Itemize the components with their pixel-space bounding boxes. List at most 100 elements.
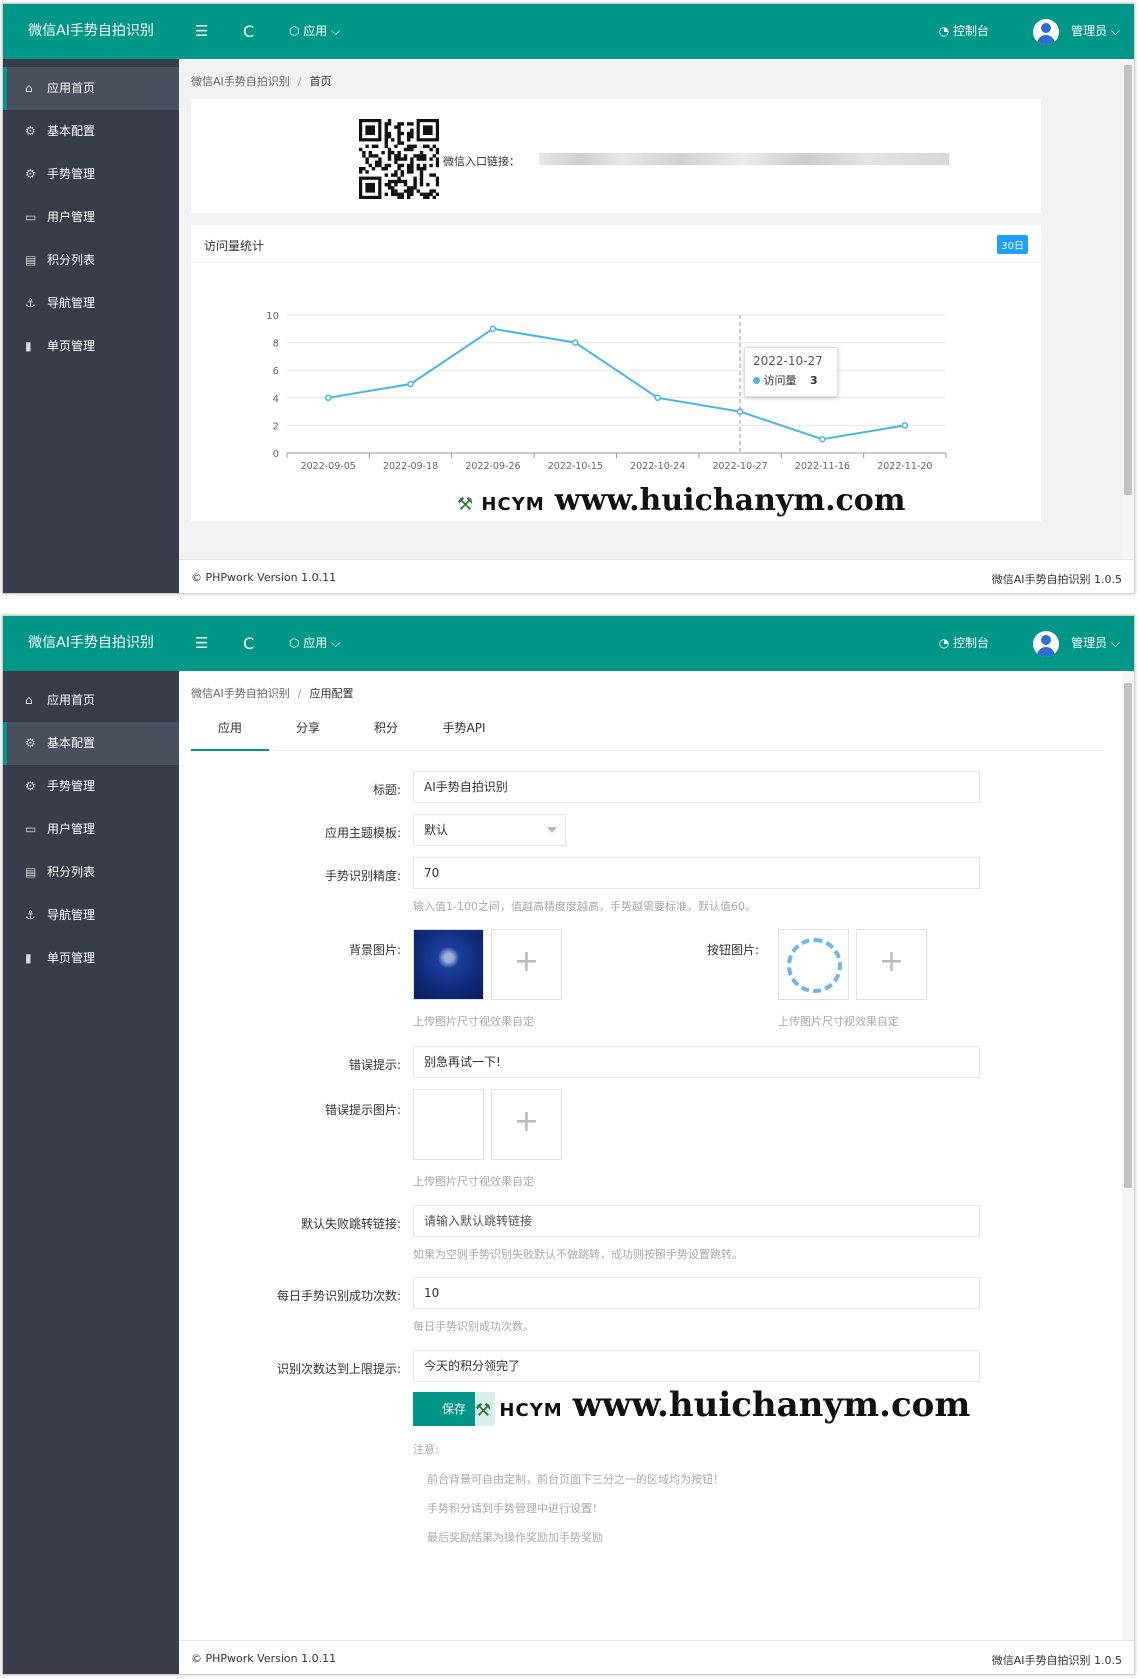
shovel-icon: ⚒ bbox=[457, 494, 475, 515]
sidebar-item-pages[interactable]: ▮ 单页管理 bbox=[3, 325, 179, 368]
sidebar-item-pages[interactable]: ▮ 单页管理 bbox=[3, 937, 179, 980]
qr-module bbox=[423, 144, 427, 148]
qr-module bbox=[397, 176, 401, 180]
scrollbar[interactable] bbox=[1122, 671, 1134, 1640]
qr-module bbox=[387, 131, 392, 136]
sidebar-item-label: 导航管理 bbox=[47, 908, 96, 922]
error-image-upload[interactable] bbox=[491, 1089, 562, 1160]
sidebar-item-users[interactable]: ▭ 用户管理 bbox=[3, 808, 179, 851]
qr-module bbox=[359, 167, 363, 171]
app-logo[interactable]: 微信AI手势自拍识别 bbox=[3, 616, 179, 671]
cube-icon: ⬡ bbox=[289, 636, 304, 650]
qr-module bbox=[410, 131, 414, 136]
background-image-thumb[interactable] bbox=[413, 929, 484, 1000]
qr-module bbox=[407, 192, 411, 196]
data-point bbox=[901, 422, 909, 429]
entry-link-value[interactable] bbox=[539, 153, 949, 165]
qr-module bbox=[413, 186, 417, 190]
refresh-icon[interactable]: C bbox=[243, 616, 254, 671]
sidebar-item-nav[interactable]: ⚓ 导航管理 bbox=[3, 282, 179, 325]
menu-toggle-icon[interactable]: ☰ bbox=[195, 616, 208, 671]
sidebar-item-nav[interactable]: ⚓ 导航管理 bbox=[3, 894, 179, 937]
tab-app[interactable]: 应用 bbox=[191, 713, 269, 751]
theme-select-value: 默认 bbox=[424, 823, 449, 837]
qr-module bbox=[435, 151, 439, 155]
breadcrumb-root[interactable]: 微信AI手势自拍识别 bbox=[191, 687, 290, 700]
button-image-thumb[interactable] bbox=[778, 929, 849, 1000]
console-link[interactable]: ◔ 控制台 bbox=[939, 616, 989, 671]
title-input[interactable]: AI手势自拍识别 bbox=[413, 771, 980, 803]
qr-module bbox=[407, 144, 411, 148]
qr-finder bbox=[365, 125, 375, 135]
qr-module bbox=[394, 170, 398, 174]
qr-module bbox=[362, 151, 366, 155]
scrollbar-thumb[interactable] bbox=[1124, 683, 1132, 1188]
qr-module bbox=[416, 189, 420, 193]
button-image-upload[interactable] bbox=[856, 929, 927, 1000]
background-image-upload[interactable] bbox=[491, 929, 562, 1000]
tab-gesture-api[interactable]: 手势API bbox=[425, 713, 503, 751]
qr-module bbox=[410, 144, 414, 148]
theme-select[interactable]: 默认 bbox=[413, 814, 566, 846]
sidebar-item-basic-config[interactable]: ⚙ 基本配置 bbox=[3, 110, 179, 153]
scrollbar-thumb[interactable] bbox=[1124, 65, 1132, 495]
precision-input[interactable]: 70 bbox=[413, 857, 980, 889]
app-menu-dropdown[interactable]: ⬡ 应用 ⌵ bbox=[289, 616, 340, 671]
qr-module bbox=[426, 144, 430, 148]
app-menu-label: 应用 bbox=[303, 24, 328, 38]
x-tick-label: 2022-11-20 bbox=[877, 461, 932, 472]
qr-module bbox=[426, 183, 430, 187]
qr-module bbox=[391, 138, 395, 142]
admin-menu[interactable]: 管理员 ⌵ bbox=[1033, 616, 1120, 671]
console-link[interactable]: ◔ 控制台 bbox=[939, 4, 989, 59]
fail-link-input[interactable]: 请输入默认跳转链接 bbox=[413, 1205, 980, 1237]
menu-toggle-icon[interactable]: ☰ bbox=[195, 4, 208, 59]
error-image-thumb[interactable] bbox=[413, 1089, 484, 1160]
top-bar: 微信AI手势自拍识别 ☰ C ⬡ 应用 ⌵ ◔ 控制台 管理员 ⌵ bbox=[3, 4, 1134, 59]
qr-module bbox=[394, 189, 398, 193]
qr-module bbox=[435, 157, 439, 161]
sidebar-item-points[interactable]: ▤ 积分列表 bbox=[3, 851, 179, 894]
x-tick-label: 2022-11-16 bbox=[795, 461, 850, 472]
range-badge[interactable]: 30日 bbox=[997, 235, 1028, 254]
error-image-hint: 上传图片尺寸视效果自定 bbox=[413, 1175, 534, 1188]
qr-module bbox=[387, 183, 392, 187]
qr-module bbox=[400, 141, 404, 145]
user-card-icon: ▭ bbox=[25, 210, 37, 224]
limit-tip-input[interactable]: 今天的积分领完了 bbox=[413, 1350, 980, 1382]
sidebar-item-users[interactable]: ▭ 用户管理 bbox=[3, 196, 179, 239]
app-logo[interactable]: 微信AI手势自拍识别 bbox=[3, 4, 179, 59]
app-menu-dropdown[interactable]: ⬡ 应用 ⌵ bbox=[289, 4, 340, 59]
tab-share[interactable]: 分享 bbox=[269, 713, 347, 751]
daily-count-input[interactable]: 10 bbox=[413, 1277, 980, 1309]
qr-module bbox=[423, 195, 427, 199]
gear-icon: ⚙ bbox=[25, 167, 36, 181]
tab-points[interactable]: 积分 bbox=[347, 713, 425, 751]
footer: © PHPwork Version 1.0.11 微信AI手势自拍识别 1.0.… bbox=[179, 1640, 1134, 1674]
sidebar-item-gesture[interactable]: ⚙ 手势管理 bbox=[3, 153, 179, 196]
qr-module bbox=[397, 135, 401, 139]
error-image-label: 错误提示图片: bbox=[324, 1103, 401, 1117]
footer-app-version: 微信AI手势自拍识别 1.0.5 bbox=[991, 1654, 1122, 1667]
sidebar-item-home[interactable]: ⌂ 应用首页 bbox=[3, 679, 179, 722]
qr-module bbox=[365, 170, 369, 174]
qr-module bbox=[384, 183, 388, 187]
qr-module bbox=[407, 131, 411, 136]
dashboard-gauge-icon: ◔ bbox=[938, 24, 953, 38]
sidebar-item-home[interactable]: ⌂ 应用首页 bbox=[3, 67, 179, 110]
breadcrumb-separator: / bbox=[297, 75, 302, 88]
admin-label: 管理员 bbox=[1071, 24, 1108, 38]
refresh-icon[interactable]: C bbox=[243, 4, 254, 59]
error-tip-input[interactable]: 别急再试一下! bbox=[413, 1046, 980, 1078]
chevron-down-icon: ⌵ bbox=[327, 636, 341, 650]
qr-module bbox=[435, 163, 439, 168]
qr-module bbox=[371, 154, 376, 158]
qr-module bbox=[368, 151, 372, 155]
sidebar-item-gesture[interactable]: ⚙ 手势管理 bbox=[3, 765, 179, 808]
breadcrumb-root[interactable]: 微信AI手势自拍识别 bbox=[191, 75, 290, 88]
qr-module bbox=[397, 163, 401, 168]
admin-menu[interactable]: 管理员 ⌵ bbox=[1033, 4, 1120, 59]
sidebar-item-points[interactable]: ▤ 积分列表 bbox=[3, 239, 179, 282]
scrollbar[interactable] bbox=[1122, 59, 1134, 559]
sidebar-item-basic-config[interactable]: ⚙ 基本配置 bbox=[3, 722, 179, 765]
